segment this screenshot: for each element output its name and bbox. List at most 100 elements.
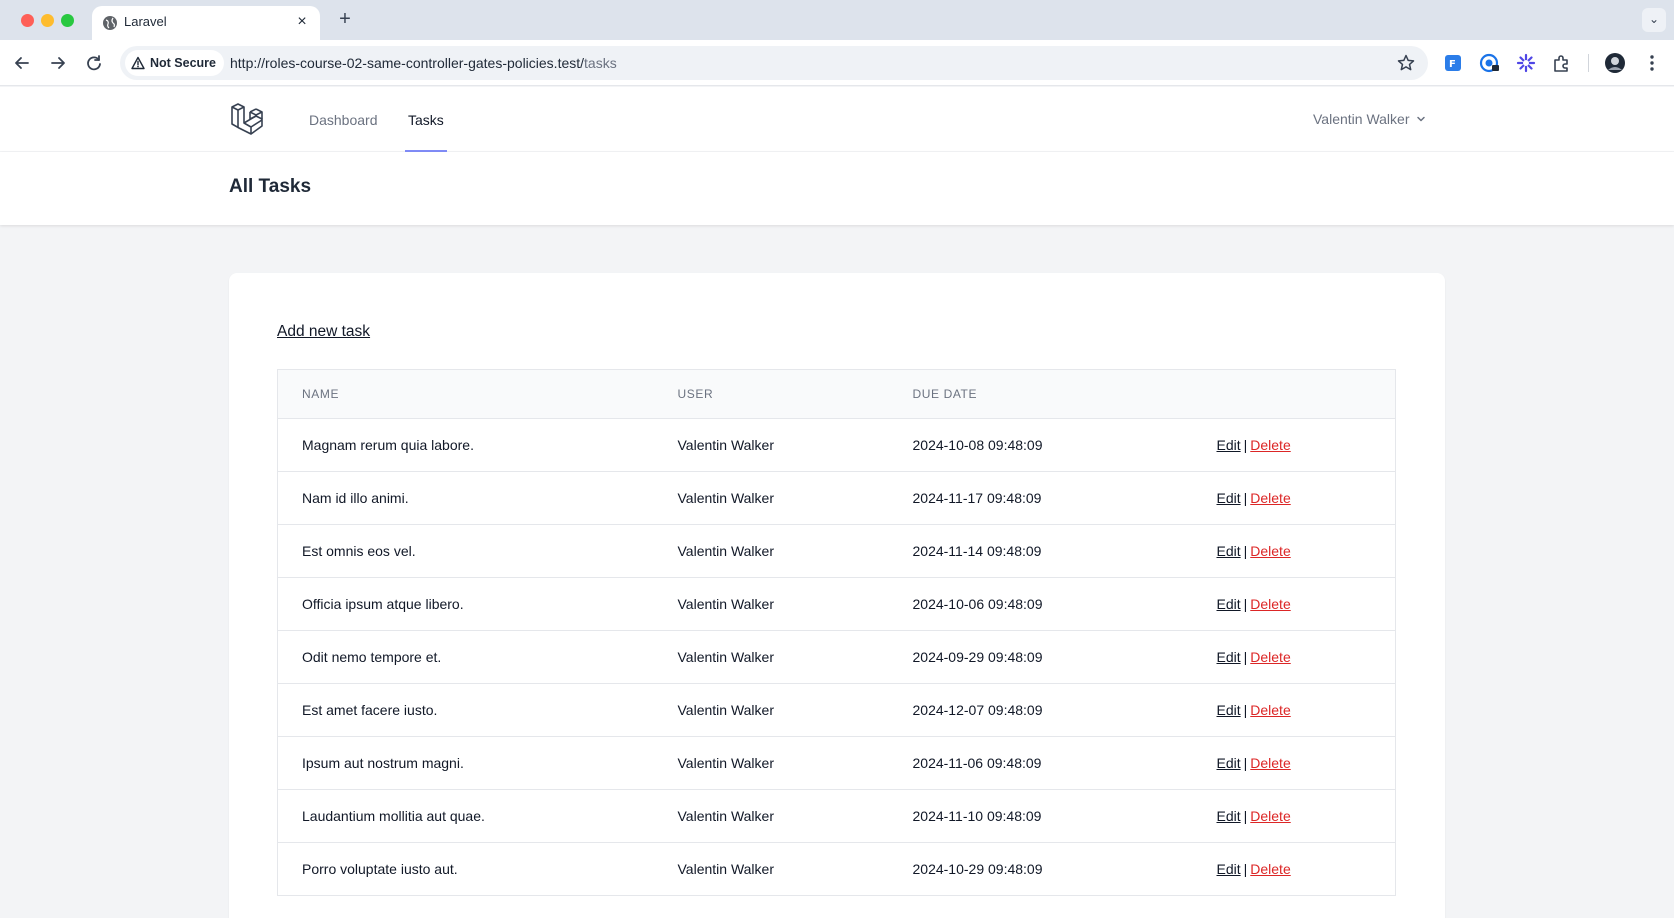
task-due-date: 2024-12-07 09:48:09 — [912, 702, 1043, 718]
action-separator: | — [1243, 649, 1248, 665]
action-separator: | — [1243, 808, 1248, 824]
minimize-window-button[interactable] — [41, 14, 54, 27]
task-user: Valentin Walker — [677, 543, 774, 559]
edit-task-link[interactable]: Edit — [1217, 437, 1241, 453]
task-name: Nam id illo animi. — [302, 490, 409, 506]
tab-search-button[interactable]: ⌄ — [1642, 8, 1666, 32]
sparkle-extension-icon[interactable] — [1515, 52, 1537, 74]
tasks-table-body: Magnam rerum quia labore. Valentin Walker… — [277, 418, 1396, 896]
task-actions: Edit | Delete — [1193, 684, 1396, 737]
puzzle-extensions-icon[interactable] — [1551, 52, 1573, 74]
edit-task-link[interactable]: Edit — [1217, 649, 1241, 665]
tab-title: Laravel — [124, 14, 167, 29]
security-indicator[interactable]: Not Secure — [125, 50, 224, 76]
edit-task-link[interactable]: Edit — [1217, 596, 1241, 612]
task-due-date: 2024-11-17 09:48:09 — [912, 490, 1042, 506]
user-menu[interactable]: Valentin Walker — [1313, 111, 1427, 127]
url-text[interactable]: http://roles-course-02-same-controller-g… — [230, 55, 617, 71]
column-header-due-date: DUE DATE — [912, 387, 978, 401]
action-separator: | — [1243, 596, 1248, 612]
table-row: Nam id illo animi. Valentin Walker 2024-11… — [277, 471, 1396, 525]
close-window-button[interactable] — [21, 14, 34, 27]
delete-task-link[interactable]: Delete — [1250, 808, 1290, 824]
table-row: Odit nemo tempore et. Valentin Walker 2024… — [277, 630, 1396, 684]
delete-task-link[interactable]: Delete — [1250, 702, 1290, 718]
edit-task-link[interactable]: Edit — [1217, 808, 1241, 824]
task-actions: Edit | Delete — [1193, 737, 1396, 790]
task-due-date: 2024-10-08 09:48:09 — [912, 437, 1043, 453]
nav-tasks[interactable]: Tasks — [405, 87, 447, 152]
address-bar[interactable]: Not Secure http://roles-course-02-same-c… — [120, 46, 1428, 80]
action-separator: | — [1243, 437, 1248, 453]
table-row: Est omnis eos vel. Valentin Walker 2024-11… — [277, 524, 1396, 578]
task-due-date: 2024-11-14 09:48:09 — [912, 543, 1042, 559]
action-separator: | — [1243, 755, 1248, 771]
column-header-user: USER — [677, 387, 714, 401]
task-actions: Edit | Delete — [1193, 578, 1396, 631]
close-tab-icon[interactable]: × — [292, 12, 312, 32]
delete-task-link[interactable]: Delete — [1250, 755, 1290, 771]
bookmark-star-icon[interactable] — [1396, 53, 1416, 73]
delete-task-link[interactable]: Delete — [1250, 543, 1290, 559]
profile-avatar-icon[interactable] — [1604, 52, 1626, 74]
back-icon[interactable] — [11, 52, 33, 74]
reload-icon[interactable] — [83, 52, 105, 74]
task-user: Valentin Walker — [677, 490, 774, 506]
task-due-date: 2024-10-29 09:48:09 — [912, 861, 1043, 877]
task-due-date: 2024-11-06 09:48:09 — [912, 755, 1042, 771]
delete-task-link[interactable]: Delete — [1250, 437, 1290, 453]
warning-icon — [131, 56, 145, 70]
browser-tab[interactable]: Laravel × — [92, 6, 320, 40]
security-label: Not Secure — [150, 56, 216, 70]
delete-task-link[interactable]: Delete — [1250, 649, 1290, 665]
task-actions: Edit | Delete — [1193, 843, 1396, 896]
edit-task-link[interactable]: Edit — [1217, 755, 1241, 771]
chevron-down-icon — [1417, 116, 1426, 122]
task-user: Valentin Walker — [677, 702, 774, 718]
app-navigation: Dashboard Tasks Valentin Walker — [0, 87, 1674, 152]
task-name: Est omnis eos vel. — [302, 543, 416, 559]
user-name: Valentin Walker — [1313, 111, 1410, 127]
forward-icon[interactable] — [47, 52, 69, 74]
task-user: Valentin Walker — [677, 755, 774, 771]
password-extension-icon[interactable] — [1479, 52, 1501, 74]
table-header-row: NAME USER DUE DATE — [277, 369, 1396, 419]
browser-tab-bar: Laravel × + ⌄ — [0, 0, 1674, 40]
svg-text:F: F — [1449, 59, 1456, 70]
toolbar-divider — [1588, 54, 1589, 72]
tasks-card: Add new task NAME USER DUE DATE Magnam r… — [229, 273, 1445, 918]
page-header: All Tasks — [0, 152, 1674, 225]
task-actions: Edit | Delete — [1193, 631, 1396, 684]
maximize-window-button[interactable] — [61, 14, 74, 27]
task-user: Valentin Walker — [677, 861, 774, 877]
more-menu-icon[interactable] — [1641, 52, 1663, 74]
action-separator: | — [1243, 543, 1248, 559]
table-row: Magnam rerum quia labore. Valentin Walker… — [277, 418, 1396, 472]
task-actions: Edit | Delete — [1193, 790, 1396, 843]
task-name: Porro voluptate iusto aut. — [302, 861, 458, 877]
url-host: http://roles-course-02-same-controller-g… — [230, 55, 585, 71]
edit-task-link[interactable]: Edit — [1217, 490, 1241, 506]
delete-task-link[interactable]: Delete — [1250, 490, 1290, 506]
action-separator: | — [1243, 490, 1248, 506]
task-due-date: 2024-11-10 09:48:09 — [912, 808, 1042, 824]
column-header-actions — [1193, 370, 1396, 419]
task-name: Officia ipsum atque libero. — [302, 596, 464, 612]
edit-task-link[interactable]: Edit — [1217, 861, 1241, 877]
edit-task-link[interactable]: Edit — [1217, 543, 1241, 559]
add-new-task-link[interactable]: Add new task — [277, 323, 370, 341]
translate-extension-icon[interactable]: F — [1443, 52, 1465, 74]
delete-task-link[interactable]: Delete — [1250, 596, 1290, 612]
table-row: Ipsum aut nostrum magni. Valentin Walker 2… — [277, 736, 1396, 790]
task-name: Magnam rerum quia labore. — [302, 437, 474, 453]
edit-task-link[interactable]: Edit — [1217, 702, 1241, 718]
task-actions: Edit | Delete — [1193, 472, 1396, 525]
nav-dashboard[interactable]: Dashboard — [306, 87, 381, 152]
column-header-name: NAME — [302, 387, 340, 401]
laravel-logo-icon[interactable] — [229, 101, 265, 137]
task-name: Ipsum aut nostrum magni. — [302, 755, 464, 771]
new-tab-button[interactable]: + — [334, 9, 356, 31]
browser-toolbar: Not Secure http://roles-course-02-same-c… — [0, 40, 1674, 86]
table-row: Porro voluptate iusto aut. Valentin Walke… — [277, 842, 1396, 896]
delete-task-link[interactable]: Delete — [1250, 861, 1290, 877]
